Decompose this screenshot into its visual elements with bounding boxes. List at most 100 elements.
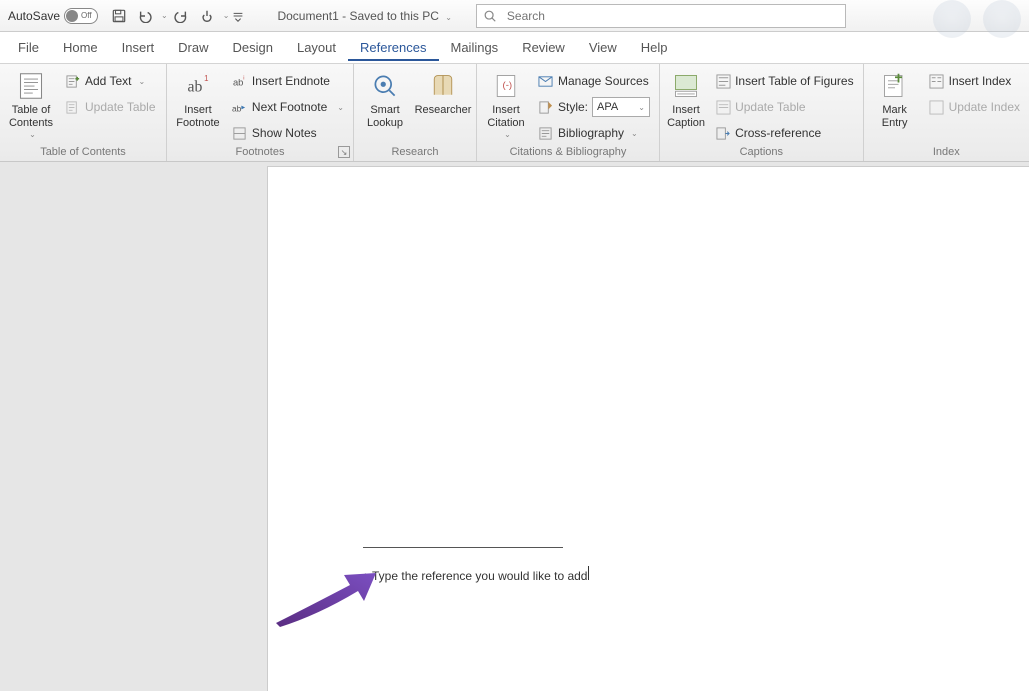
cross-ref-icon bbox=[715, 125, 731, 141]
update-index-button[interactable]: Update Index bbox=[927, 96, 1022, 118]
svg-text:(-): (-) bbox=[502, 80, 512, 91]
group-captions-label: Captions bbox=[663, 144, 860, 161]
update-toc-button[interactable]: Update Table bbox=[63, 96, 158, 118]
touch-dropdown-icon[interactable]: ⌄ bbox=[223, 11, 230, 20]
redo-icon[interactable] bbox=[170, 5, 192, 27]
search-box[interactable] bbox=[476, 4, 846, 28]
insert-footnote-button[interactable]: ab1 Insert Footnote bbox=[170, 66, 226, 130]
bibliography-icon bbox=[538, 125, 554, 141]
group-toc: Table of Contents ⌄ Add Text ⌄ Update Ta… bbox=[0, 64, 167, 161]
insert-caption-button[interactable]: Insert Caption bbox=[663, 66, 709, 130]
text-cursor bbox=[588, 566, 589, 580]
group-research-label: Research bbox=[357, 144, 473, 161]
insert-citation-button[interactable]: (-) Insert Citation ⌄ bbox=[480, 66, 532, 140]
ribbon-tabs: File Home Insert Draw Design Layout Refe… bbox=[0, 32, 1029, 64]
researcher-button[interactable]: Researcher bbox=[413, 66, 473, 117]
manage-sources-icon bbox=[538, 73, 554, 89]
tab-file[interactable]: File bbox=[6, 34, 51, 61]
group-footnotes: ab1 Insert Footnote abi Insert Endnote a… bbox=[167, 64, 354, 161]
cross-reference-button[interactable]: Cross-reference bbox=[713, 122, 856, 144]
tab-help[interactable]: Help bbox=[629, 34, 680, 61]
group-research: Smart Lookup Researcher Research bbox=[354, 64, 477, 161]
customize-qat-icon[interactable] bbox=[231, 5, 245, 27]
save-icon[interactable] bbox=[108, 5, 130, 27]
tof-icon bbox=[715, 73, 731, 89]
autosave-toggle[interactable]: Off bbox=[64, 8, 98, 24]
group-footnotes-label: Footnotes bbox=[170, 144, 350, 161]
next-footnote-icon: ab bbox=[232, 99, 248, 115]
group-captions: Insert Caption Insert Table of Figures U… bbox=[660, 64, 864, 161]
table-of-contents-button[interactable]: Table of Contents ⌄ bbox=[3, 66, 59, 140]
update-index-icon bbox=[929, 99, 945, 115]
search-icon bbox=[483, 9, 497, 23]
footnote-line[interactable]: 1 Type the reference you would like to a… bbox=[363, 566, 863, 583]
toc-icon bbox=[15, 70, 47, 102]
style-icon bbox=[538, 99, 554, 115]
show-notes-icon bbox=[232, 125, 248, 141]
undo-icon[interactable] bbox=[134, 5, 156, 27]
manage-sources-button[interactable]: Manage Sources bbox=[536, 70, 652, 92]
insert-caption-icon bbox=[670, 70, 702, 102]
tab-review[interactable]: Review bbox=[510, 34, 577, 61]
tab-view[interactable]: View bbox=[577, 34, 629, 61]
touch-mode-icon[interactable] bbox=[196, 5, 218, 27]
svg-text:i: i bbox=[244, 75, 245, 81]
document-page[interactable]: 1 Type the reference you would like to a… bbox=[267, 166, 1029, 691]
tab-references[interactable]: References bbox=[348, 34, 438, 61]
footnote-text: Type the reference you would like to add bbox=[372, 569, 587, 583]
svg-text:ab: ab bbox=[233, 77, 243, 87]
autosave-label: AutoSave bbox=[8, 9, 60, 23]
svg-text:1: 1 bbox=[204, 74, 208, 83]
show-notes-button[interactable]: Show Notes bbox=[230, 122, 346, 144]
footnotes-launcher[interactable]: ↘ bbox=[338, 146, 350, 158]
undo-dropdown-icon[interactable]: ⌄ bbox=[161, 11, 168, 20]
tab-layout[interactable]: Layout bbox=[285, 34, 348, 61]
smart-lookup-icon bbox=[369, 70, 401, 102]
group-citations: (-) Insert Citation ⌄ Manage Sources Sty… bbox=[477, 64, 660, 161]
insert-index-icon bbox=[929, 73, 945, 89]
page-gutter bbox=[0, 162, 267, 691]
insert-index-button[interactable]: Insert Index bbox=[927, 70, 1022, 92]
user-avatar[interactable] bbox=[933, 0, 971, 38]
tab-insert[interactable]: Insert bbox=[110, 34, 167, 61]
style-label: Style: bbox=[558, 100, 588, 114]
update-toc-icon bbox=[65, 99, 81, 115]
group-index-label: Index bbox=[867, 144, 1026, 161]
researcher-icon bbox=[427, 70, 459, 102]
group-citations-label: Citations & Bibliography bbox=[480, 144, 656, 161]
mark-entry-button[interactable]: Mark Entry bbox=[867, 66, 923, 130]
document-area: 1 Type the reference you would like to a… bbox=[0, 162, 1029, 691]
tab-mailings[interactable]: Mailings bbox=[439, 34, 511, 61]
footnote-area: 1 Type the reference you would like to a… bbox=[363, 547, 863, 583]
insert-footnote-icon: ab1 bbox=[182, 70, 214, 102]
tab-home[interactable]: Home bbox=[51, 34, 110, 61]
endnote-icon: abi bbox=[232, 73, 248, 89]
style-select[interactable]: APA ⌄ bbox=[592, 97, 650, 117]
svg-text:ab: ab bbox=[187, 78, 202, 95]
ribbon: Table of Contents ⌄ Add Text ⌄ Update Ta… bbox=[0, 64, 1029, 162]
footnote-separator bbox=[363, 547, 563, 548]
smart-lookup-button[interactable]: Smart Lookup bbox=[357, 66, 413, 130]
tab-draw[interactable]: Draw bbox=[166, 34, 220, 61]
search-input[interactable] bbox=[507, 9, 839, 23]
citation-style-row: Style: APA ⌄ bbox=[536, 96, 652, 118]
update-caption-table-button[interactable]: Update Table bbox=[713, 96, 856, 118]
update-caption-icon bbox=[715, 99, 731, 115]
window-controls[interactable] bbox=[983, 0, 1021, 38]
title-bar: AutoSave Off ⌄ ⌄ Document1 - Saved to th… bbox=[0, 0, 1029, 32]
group-toc-label: Table of Contents bbox=[3, 144, 163, 161]
next-footnote-button[interactable]: ab Next Footnote ⌄ bbox=[230, 96, 346, 118]
insert-endnote-button[interactable]: abi Insert Endnote bbox=[230, 70, 346, 92]
insert-citation-icon: (-) bbox=[490, 70, 522, 102]
annotation-arrow bbox=[268, 567, 388, 627]
mark-entry-icon bbox=[879, 70, 911, 102]
svg-text:ab: ab bbox=[232, 103, 242, 113]
document-title: Document1 - Saved to this PC ⌄ bbox=[277, 9, 451, 23]
add-text-icon bbox=[65, 73, 81, 89]
tab-design[interactable]: Design bbox=[221, 34, 285, 61]
insert-tof-button[interactable]: Insert Table of Figures bbox=[713, 70, 856, 92]
doctitle-dropdown-icon[interactable]: ⌄ bbox=[445, 13, 452, 22]
bibliography-button[interactable]: Bibliography ⌄ bbox=[536, 122, 652, 144]
add-text-button[interactable]: Add Text ⌄ bbox=[63, 70, 158, 92]
group-index: Mark Entry Insert Index Update Index Ind… bbox=[864, 64, 1029, 161]
